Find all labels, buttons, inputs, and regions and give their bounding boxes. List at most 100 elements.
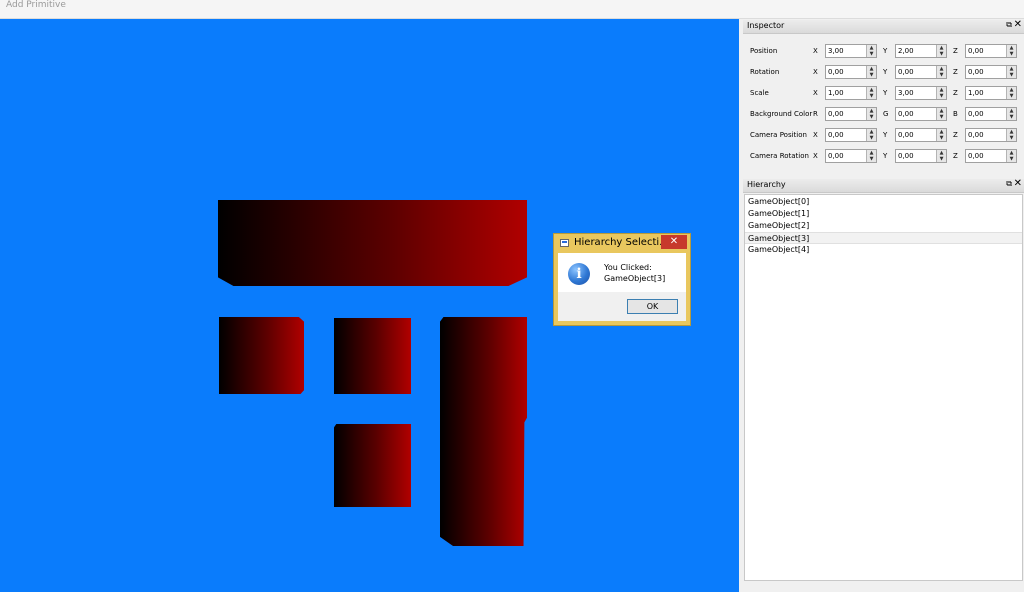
spinbox-value[interactable]: 0,00 <box>898 110 914 118</box>
axis-label: X <box>813 89 818 97</box>
value-spinbox[interactable]: 0,00 ▲ ▼ <box>965 65 1017 79</box>
hierarchy-title: Hierarchy <box>747 180 786 189</box>
hierarchy-header: Hierarchy ⧉ ✕ <box>743 178 1024 193</box>
spinbox-value[interactable]: 0,00 <box>828 152 844 160</box>
inspector-title: Inspector <box>747 21 785 30</box>
spin-arrows-icon[interactable]: ▲ ▼ <box>866 87 876 99</box>
inspector-row: Camera Rotation X 0,00 ▲ ▼ Y 0,00 ▲ ▼ Z 0,00 ▲ ▼ <box>743 148 1024 164</box>
game-object-2[interactable] <box>334 318 411 394</box>
hierarchy-item[interactable]: GameObject[3] <box>745 232 1022 244</box>
spin-arrows-icon[interactable]: ▲ ▼ <box>1006 129 1016 141</box>
spin-arrows-icon[interactable]: ▲ ▼ <box>1006 66 1016 78</box>
spin-arrows-icon[interactable]: ▲ ▼ <box>936 87 946 99</box>
dialog-message-line2: GameObject[3] <box>604 274 666 283</box>
value-spinbox[interactable]: 3,00 ▲ ▼ <box>895 86 947 100</box>
spin-arrows-icon[interactable]: ▲ ▼ <box>866 129 876 141</box>
spin-arrows-icon[interactable]: ▲ ▼ <box>936 129 946 141</box>
axis-label: G <box>883 110 889 118</box>
spinbox-value[interactable]: 2,00 <box>898 47 914 55</box>
spinbox-value[interactable]: 0,00 <box>898 131 914 139</box>
spinbox-value[interactable]: 0,00 <box>828 68 844 76</box>
value-spinbox[interactable]: 0,00 ▲ ▼ <box>965 107 1017 121</box>
value-spinbox[interactable]: 3,00 ▲ ▼ <box>825 44 877 58</box>
spin-arrows-icon[interactable]: ▲ ▼ <box>936 66 946 78</box>
game-object-3[interactable] <box>334 424 411 507</box>
hierarchy-item[interactable]: GameObject[2] <box>748 220 809 232</box>
value-spinbox[interactable]: 0,00 ▲ ▼ <box>895 107 947 121</box>
inspector-row: Background Color R 0,00 ▲ ▼ G 0,00 ▲ ▼ B 0,00 ▲ ▼ <box>743 106 1024 122</box>
spinbox-value[interactable]: 0,00 <box>968 131 984 139</box>
axis-label: B <box>953 110 958 118</box>
axis-label: Y <box>883 152 888 160</box>
game-object-0[interactable] <box>218 200 527 286</box>
inspector-row-label: Camera Position <box>750 131 807 139</box>
game-object-1[interactable] <box>219 317 304 394</box>
spin-arrows-icon[interactable]: ▲ ▼ <box>936 45 946 57</box>
inspector-row: Position X 3,00 ▲ ▼ Y 2,00 ▲ ▼ Z 0,00 ▲ ▼ <box>743 43 1024 59</box>
value-spinbox[interactable]: 0,00 ▲ ▼ <box>825 65 877 79</box>
axis-label: X <box>813 131 818 139</box>
spin-arrows-icon[interactable]: ▲ ▼ <box>866 66 876 78</box>
axis-label: Y <box>883 131 888 139</box>
value-spinbox[interactable]: 1,00 ▲ ▼ <box>825 86 877 100</box>
value-spinbox[interactable]: 0,00 ▲ ▼ <box>825 149 877 163</box>
ok-button[interactable]: OK <box>627 299 678 314</box>
spinbox-value[interactable]: 3,00 <box>898 89 914 97</box>
axis-label: Z <box>953 152 958 160</box>
hierarchy-item[interactable]: GameObject[4] <box>748 244 809 256</box>
spin-arrows-icon[interactable]: ▲ ▼ <box>866 150 876 162</box>
add-primitive-menu[interactable]: Add Primitive <box>6 0 66 10</box>
spinbox-value[interactable]: 3,00 <box>828 47 844 55</box>
spinbox-value[interactable]: 0,00 <box>968 152 984 160</box>
axis-label: Y <box>883 47 888 55</box>
value-spinbox[interactable]: 0,00 ▲ ▼ <box>965 44 1017 58</box>
close-panel-icon[interactable]: ✕ <box>1014 178 1022 189</box>
value-spinbox[interactable]: 1,00 ▲ ▼ <box>965 86 1017 100</box>
axis-label: Z <box>953 131 958 139</box>
dialog-title: Hierarchy Selecti... <box>574 237 669 248</box>
dialog-message-line1: You Clicked: <box>604 263 652 272</box>
inspector-row: Rotation X 0,00 ▲ ▼ Y 0,00 ▲ ▼ Z 0,00 ▲ ▼ <box>743 64 1024 80</box>
spinbox-value[interactable]: 0,00 <box>968 47 984 55</box>
value-spinbox[interactable]: 0,00 ▲ ▼ <box>895 149 947 163</box>
game-object-4[interactable] <box>440 317 527 546</box>
hierarchy-list[interactable]: GameObject[0] GameObject[1] GameObject[2] G… <box>744 194 1023 581</box>
spin-arrows-icon[interactable]: ▲ ▼ <box>1006 45 1016 57</box>
spin-arrows-icon[interactable]: ▲ ▼ <box>866 108 876 120</box>
value-spinbox[interactable]: 0,00 ▲ ▼ <box>895 65 947 79</box>
value-spinbox[interactable]: 0,00 ▲ ▼ <box>965 149 1017 163</box>
close-panel-icon[interactable]: ✕ <box>1014 19 1022 30</box>
float-panel-icon[interactable]: ⧉ <box>1006 20 1012 30</box>
spinbox-value[interactable]: 0,00 <box>898 68 914 76</box>
inspector-body: Position X 3,00 ▲ ▼ Y 2,00 ▲ ▼ Z 0,00 ▲ ▼ Rotation X 0,… <box>743 34 1024 174</box>
spinbox-value[interactable]: 0,00 <box>828 131 844 139</box>
spinbox-value[interactable]: 0,00 <box>968 110 984 118</box>
value-spinbox[interactable]: 0,00 ▲ ▼ <box>825 128 877 142</box>
float-panel-icon[interactable]: ⧉ <box>1006 179 1012 189</box>
spin-arrows-icon[interactable]: ▲ ▼ <box>936 150 946 162</box>
spinbox-value[interactable]: 0,00 <box>968 68 984 76</box>
spinbox-value[interactable]: 0,00 <box>898 152 914 160</box>
spin-arrows-icon[interactable]: ▲ ▼ <box>866 45 876 57</box>
spinbox-value[interactable]: 1,00 <box>828 89 844 97</box>
dialog-footer: OK <box>558 292 686 321</box>
value-spinbox[interactable]: 2,00 ▲ ▼ <box>895 44 947 58</box>
hierarchy-item[interactable]: GameObject[1] <box>748 208 809 220</box>
dialog-titlebar[interactable]: Hierarchy Selecti... ✕ <box>554 234 690 253</box>
hierarchy-item[interactable]: GameObject[0] <box>748 196 809 208</box>
value-spinbox[interactable]: 0,00 ▲ ▼ <box>825 107 877 121</box>
inspector-row-label: Scale <box>750 89 769 97</box>
axis-label: X <box>813 47 818 55</box>
axis-label: Y <box>883 68 888 76</box>
spin-arrows-icon[interactable]: ▲ ▼ <box>1006 87 1016 99</box>
spin-arrows-icon[interactable]: ▲ ▼ <box>936 108 946 120</box>
inspector-header: Inspector ⧉ ✕ <box>743 19 1024 34</box>
spin-arrows-icon[interactable]: ▲ ▼ <box>1006 150 1016 162</box>
value-spinbox[interactable]: 0,00 ▲ ▼ <box>965 128 1017 142</box>
spinbox-value[interactable]: 1,00 <box>968 89 984 97</box>
spin-arrows-icon[interactable]: ▲ ▼ <box>1006 108 1016 120</box>
inspector-row-label: Position <box>750 47 778 55</box>
spinbox-value[interactable]: 0,00 <box>828 110 844 118</box>
value-spinbox[interactable]: 0,00 ▲ ▼ <box>895 128 947 142</box>
dialog-close-button[interactable]: ✕ <box>661 235 687 249</box>
